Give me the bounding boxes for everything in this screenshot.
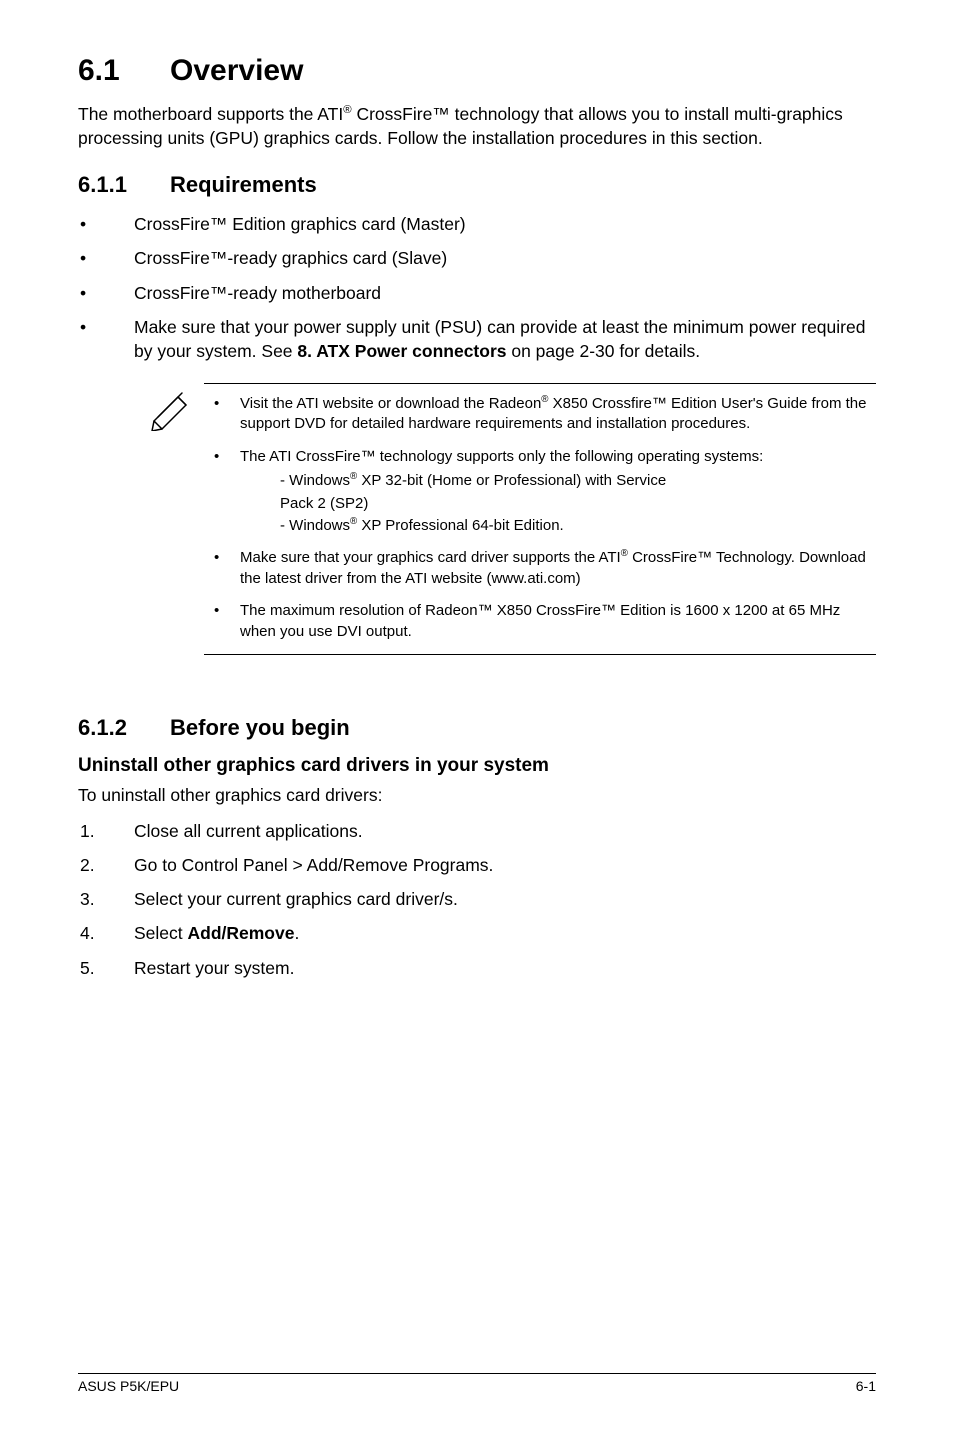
intro-paragraph: The motherboard supports the ATI® CrossF… [78, 102, 876, 150]
bold-text: 8. ATX Power connectors [297, 341, 506, 361]
list-item: Select your current graphics card driver… [78, 887, 876, 911]
sub-item-cont: Pack 2 (SP2) [280, 494, 876, 514]
list-item: CrossFire™-ready graphics card (Slave) [78, 246, 876, 270]
text: XP Professional 64-bit Edition. [357, 517, 564, 534]
divider [204, 654, 876, 655]
requirements-list: CrossFire™ Edition graphics card (Master… [78, 212, 876, 363]
section-heading: 6.1Overview [78, 54, 876, 88]
text: XP 32-bit (Home or Professional) with Se… [357, 472, 666, 489]
list-item: The ATI CrossFire™ technology supports o… [204, 447, 876, 537]
page-footer: ASUS P5K/EPU 6-1 [78, 1373, 876, 1394]
text: Select [134, 923, 188, 943]
subsection-title: Requirements [170, 172, 317, 197]
list-item: CrossFire™ Edition graphics card (Master… [78, 212, 876, 236]
list-item: Restart your system. [78, 956, 876, 980]
list-item: Select Add/Remove. [78, 921, 876, 945]
list-item: Close all current applications. [78, 819, 876, 843]
list-item: Make sure that your power supply unit (P… [78, 315, 876, 363]
section-number: 6.1 [78, 54, 170, 88]
sub-item: - Windows® XP 32-bit (Home or Profession… [280, 471, 876, 491]
paragraph: To uninstall other graphics card drivers… [78, 783, 876, 807]
text: - Windows [280, 517, 350, 534]
sub-heading: Uninstall other graphics card drivers in… [78, 755, 876, 777]
text: . [294, 923, 299, 943]
subsection-number: 6.1.2 [78, 715, 170, 741]
text: Visit the ATI website or download the Ra… [240, 395, 541, 412]
footer-left: ASUS P5K/EPU [78, 1378, 179, 1394]
list-item: Go to Control Panel > Add/Remove Program… [78, 853, 876, 877]
sub-item: - Windows® XP Professional 64-bit Editio… [280, 516, 876, 536]
list-item: CrossFire™-ready motherboard [78, 281, 876, 305]
sub-list: - Windows® XP 32-bit (Home or Profession… [280, 471, 876, 536]
list-item: Visit the ATI website or download the Ra… [204, 394, 876, 435]
footer-page-number: 6-1 [856, 1378, 876, 1394]
note-list: Visit the ATI website or download the Ra… [158, 394, 876, 642]
steps-list: Close all current applications. Go to Co… [78, 819, 876, 980]
bold-text: Add/Remove [188, 923, 295, 943]
text: - Windows [280, 472, 350, 489]
subsection-title: Before you begin [170, 715, 350, 740]
text: on page 2-30 for details. [506, 341, 700, 361]
note-callout: Visit the ATI website or download the Ra… [158, 383, 876, 655]
list-item: Make sure that your graphics card driver… [204, 548, 876, 589]
subsection-heading: 6.1.1Requirements [78, 172, 876, 198]
text: The ATI CrossFire™ technology supports o… [240, 448, 763, 465]
subsection-heading: 6.1.2Before you begin [78, 715, 876, 741]
text: Make sure that your graphics card driver… [240, 549, 621, 566]
divider [204, 383, 876, 384]
section-title: Overview [170, 54, 303, 87]
note-pencil-icon [148, 391, 194, 436]
list-item: The maximum resolution of Radeon™ X850 C… [204, 601, 876, 642]
subsection-number: 6.1.1 [78, 172, 170, 198]
